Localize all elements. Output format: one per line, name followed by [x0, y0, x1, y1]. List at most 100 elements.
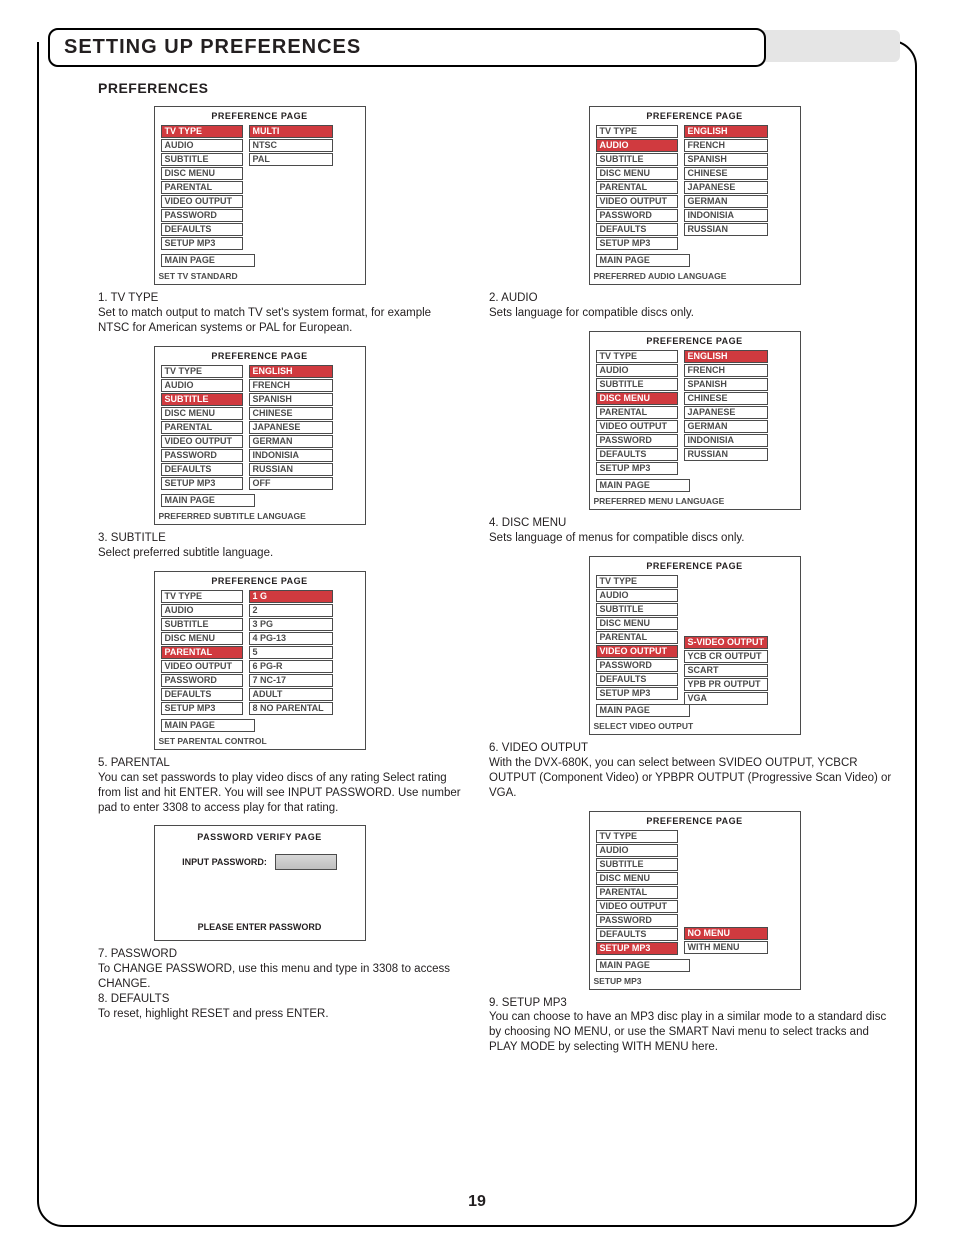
menu-right-item: 8 NO PARENTAL [249, 702, 333, 715]
menu-left-item: PASSWORD [596, 914, 678, 927]
menu-right-item: YPB PR OUTPUT [684, 678, 768, 691]
menu-right-item: RUSSIAN [684, 223, 768, 236]
menu-left-item: SUBTITLE [596, 153, 678, 166]
menu-title: PREFERENCE PAGE [590, 557, 800, 575]
menu-left-item: DISC MENU [596, 392, 678, 405]
menu-left-item: PARENTAL [596, 181, 678, 194]
block-6-body: With the DVX-680K, you can select betwee… [489, 756, 900, 801]
block-1-head: 1. TV TYPE [98, 291, 465, 306]
menu-left-item: TV TYPE [161, 125, 243, 138]
menu-right-item: FRENCH [249, 379, 333, 392]
menu-left-item: DEFAULTS [596, 928, 678, 941]
menu-left-item: DEFAULTS [596, 223, 678, 236]
menu-right-item: JAPANESE [684, 181, 768, 194]
menu-left-item: DISC MENU [596, 617, 678, 630]
menu-left-item: AUDIO [161, 604, 243, 617]
menu-subtitle: PREFERENCE PAGETV TYPEAUDIOSUBTITLEDISC … [154, 346, 366, 525]
menu-left-item: TV TYPE [596, 575, 678, 588]
menu-left-item: TV TYPE [596, 350, 678, 363]
menu-left-item: DEFAULTS [596, 448, 678, 461]
menu-right-item: NTSC [249, 139, 333, 152]
menu-right-item: PAL [249, 153, 333, 166]
menu-left-item: DISC MENU [161, 632, 243, 645]
menu-main-page: MAIN PAGE [596, 959, 690, 972]
block-6-head: 6. VIDEO OUTPUT [489, 741, 900, 756]
menu-footer: PREFERRED SUBTITLE LANGUAGE [155, 509, 365, 524]
menu-left-item: VIDEO OUTPUT [161, 195, 243, 208]
menu-title: PREFERENCE PAGE [590, 332, 800, 350]
menu-tvtype: PREFERENCE PAGETV TYPEAUDIOSUBTITLEDISC … [154, 106, 366, 285]
menu-right-item: INDONISIA [684, 209, 768, 222]
menu-right-item: ENGLISH [249, 365, 333, 378]
menu-audio: PREFERENCE PAGETV TYPEAUDIOSUBTITLEDISC … [589, 106, 801, 285]
menu-left-item: VIDEO OUTPUT [596, 420, 678, 433]
menu-left-item: SETUP MP3 [161, 702, 243, 715]
menu-right-item: FRENCH [684, 139, 768, 152]
menu-right-item: VGA [684, 692, 768, 705]
menu-left-item: VIDEO OUTPUT [596, 645, 678, 658]
menu-left-item: TV TYPE [161, 590, 243, 603]
menu-left-item: SUBTITLE [596, 858, 678, 871]
block-4-body: Sets language of menus for compatible di… [489, 531, 900, 546]
menu-right-item: 6 PG-R [249, 660, 333, 673]
menu-left-item: VIDEO OUTPUT [596, 900, 678, 913]
menu-right-item: GERMAN [684, 420, 768, 433]
menu-left-item: DEFAULTS [161, 223, 243, 236]
block-1-body: Set to match output to match TV set's sy… [98, 306, 465, 336]
menu-main-page: MAIN PAGE [596, 479, 690, 492]
menu-left-item: DISC MENU [161, 167, 243, 180]
block-3-body: Select preferred subtitle language. [98, 546, 465, 561]
menu-discmenu: PREFERENCE PAGETV TYPEAUDIOSUBTITLEDISC … [589, 331, 801, 510]
password-footer: PLEASE ENTER PASSWORD [155, 918, 365, 940]
menu-right-item: JAPANESE [684, 406, 768, 419]
block-2-body: Sets language for compatible discs only. [489, 306, 900, 321]
menu-left-item: SUBTITLE [596, 603, 678, 616]
page-number: 19 [54, 1193, 900, 1211]
menu-right-item: SPANISH [684, 153, 768, 166]
menu-videooutput: PREFERENCE PAGETV TYPEAUDIOSUBTITLEDISC … [589, 556, 801, 735]
menu-left-item: TV TYPE [596, 830, 678, 843]
menu-left-item: PASSWORD [596, 434, 678, 447]
menu-left-item: TV TYPE [596, 125, 678, 138]
block-7-body: To CHANGE PASSWORD, use this menu and ty… [98, 962, 465, 992]
menu-right-item: GERMAN [684, 195, 768, 208]
menu-right-item: YCB CR OUTPUT [684, 650, 768, 663]
block-7-head: 7. PASSWORD [98, 947, 465, 962]
menu-left-item: PARENTAL [596, 631, 678, 644]
block-3-head: 3. SUBTITLE [98, 531, 465, 546]
menu-right-item: 7 NC-17 [249, 674, 333, 687]
menu-left-item: SETUP MP3 [596, 237, 678, 250]
menu-left-item: DEFAULTS [161, 688, 243, 701]
menu-title: PREFERENCE PAGE [590, 107, 800, 125]
menu-left-item: AUDIO [596, 364, 678, 377]
menu-footer: PREFERRED MENU LANGUAGE [590, 494, 800, 509]
menu-title: PREFERENCE PAGE [155, 572, 365, 590]
password-label: INPUT PASSWORD: [182, 857, 267, 867]
menu-main-page: MAIN PAGE [596, 704, 690, 717]
block-5-body: You can set passwords to play video disc… [98, 771, 465, 816]
block-9-body: You can choose to have an MP3 disc play … [489, 1010, 900, 1055]
menu-left-item: SUBTITLE [161, 618, 243, 631]
menu-left-item: SUBTITLE [161, 153, 243, 166]
menu-left-item: AUDIO [596, 589, 678, 602]
menu-right-item: ADULT [249, 688, 333, 701]
menu-right-item: GERMAN [249, 435, 333, 448]
block-8-body: To reset, highlight RESET and press ENTE… [98, 1007, 465, 1022]
menu-right-item: JAPANESE [249, 421, 333, 434]
menu-right-item: SCART [684, 664, 768, 677]
menu-right-item: 3 PG [249, 618, 333, 631]
menu-right-item: INDONISIA [684, 434, 768, 447]
menu-parental: PREFERENCE PAGETV TYPEAUDIOSUBTITLEDISC … [154, 571, 366, 750]
menu-left-item: VIDEO OUTPUT [161, 660, 243, 673]
menu-right-item: ENGLISH [684, 125, 768, 138]
menu-right-item: CHINESE [684, 392, 768, 405]
menu-right-item: FRENCH [684, 364, 768, 377]
menu-right-item: RUSSIAN [249, 463, 333, 476]
menu-left-item: SETUP MP3 [596, 462, 678, 475]
menu-right-item: 4 PG-13 [249, 632, 333, 645]
menu-left-item: AUDIO [596, 139, 678, 152]
menu-left-item: PARENTAL [161, 421, 243, 434]
password-input-box [275, 854, 337, 870]
menu-left-item: PASSWORD [596, 209, 678, 222]
menu-right-item: CHINESE [249, 407, 333, 420]
